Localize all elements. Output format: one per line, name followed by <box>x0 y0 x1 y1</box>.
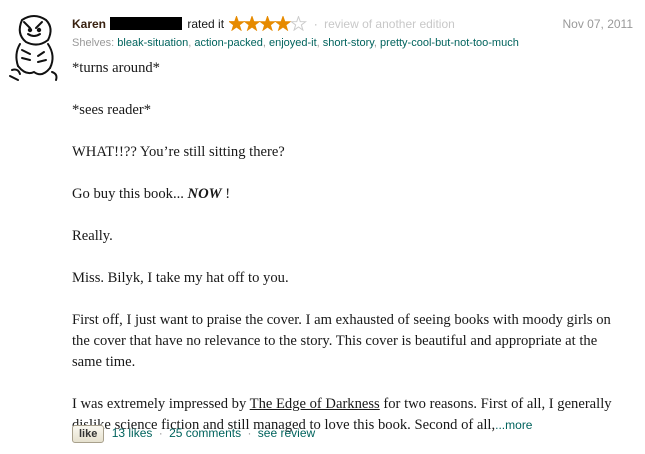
review-date[interactable]: Nov 07, 2011 <box>563 16 634 32</box>
review-paragraph: First off, I just want to praise the cov… <box>72 312 611 370</box>
review-paragraph: Really. <box>72 228 113 244</box>
comments-link[interactable]: 25 comments <box>169 426 241 440</box>
text-fragment: Go buy this book... <box>72 186 188 202</box>
shelf-link[interactable]: bleak-situation <box>117 37 188 49</box>
see-review-link[interactable]: see review <box>258 426 315 440</box>
header-separator: · <box>313 17 318 31</box>
review-paragraph: Go buy this book... NOW ! <box>72 184 620 205</box>
shelf-link[interactable]: enjoyed-it <box>269 37 317 49</box>
avatar[interactable] <box>8 10 60 86</box>
review-footer: like 13 likes · 25 comments · see review <box>72 423 315 443</box>
more-link[interactable]: ...more <box>495 418 532 432</box>
edition-note[interactable]: review of another edition <box>324 17 455 31</box>
shelf-link[interactable]: short-story <box>323 37 374 49</box>
like-button[interactable]: like <box>72 424 105 443</box>
text-fragment: I was extremely impressed by <box>72 396 250 412</box>
star-empty-icon[interactable] <box>290 16 308 31</box>
star-filled-icon[interactable] <box>243 16 261 31</box>
shelf-link[interactable]: pretty-cool-but-not-too-much <box>380 37 519 49</box>
review-paragraph: Miss. Bilyk, I take my hat off to you. <box>72 270 289 286</box>
emphasis-now: NOW <box>187 186 222 202</box>
footer-separator: · <box>158 426 163 440</box>
shelves-line: Shelves: bleak-situation, action-packed,… <box>72 37 519 49</box>
book-title-link[interactable]: The Edge of Darkness <box>250 396 380 412</box>
text-fragment: ! <box>221 186 231 202</box>
star-filled-icon[interactable] <box>259 16 277 31</box>
review-body: *turns around* *sees reader* WHAT!!?? Yo… <box>72 58 620 454</box>
star-filled-icon[interactable] <box>274 16 292 31</box>
review-header: Karen rated it · review of another editi… <box>72 16 633 32</box>
review-paragraph: *turns around* <box>72 60 160 76</box>
star-filled-icon[interactable] <box>229 16 246 31</box>
shelves-label: Shelves: <box>72 37 115 49</box>
likes-count-link[interactable]: 13 likes <box>112 426 153 440</box>
review-paragraph: WHAT!!?? You’re still sitting there? <box>72 144 285 160</box>
footer-separator: · <box>247 426 252 440</box>
rating-stars <box>229 16 308 31</box>
shelf-link[interactable]: action-packed <box>194 37 263 49</box>
redacted-surname-block <box>110 17 183 30</box>
reviewer-name[interactable]: Karen <box>72 17 106 31</box>
rated-label: rated it <box>187 17 225 31</box>
review-paragraph: *sees reader* <box>72 102 152 118</box>
